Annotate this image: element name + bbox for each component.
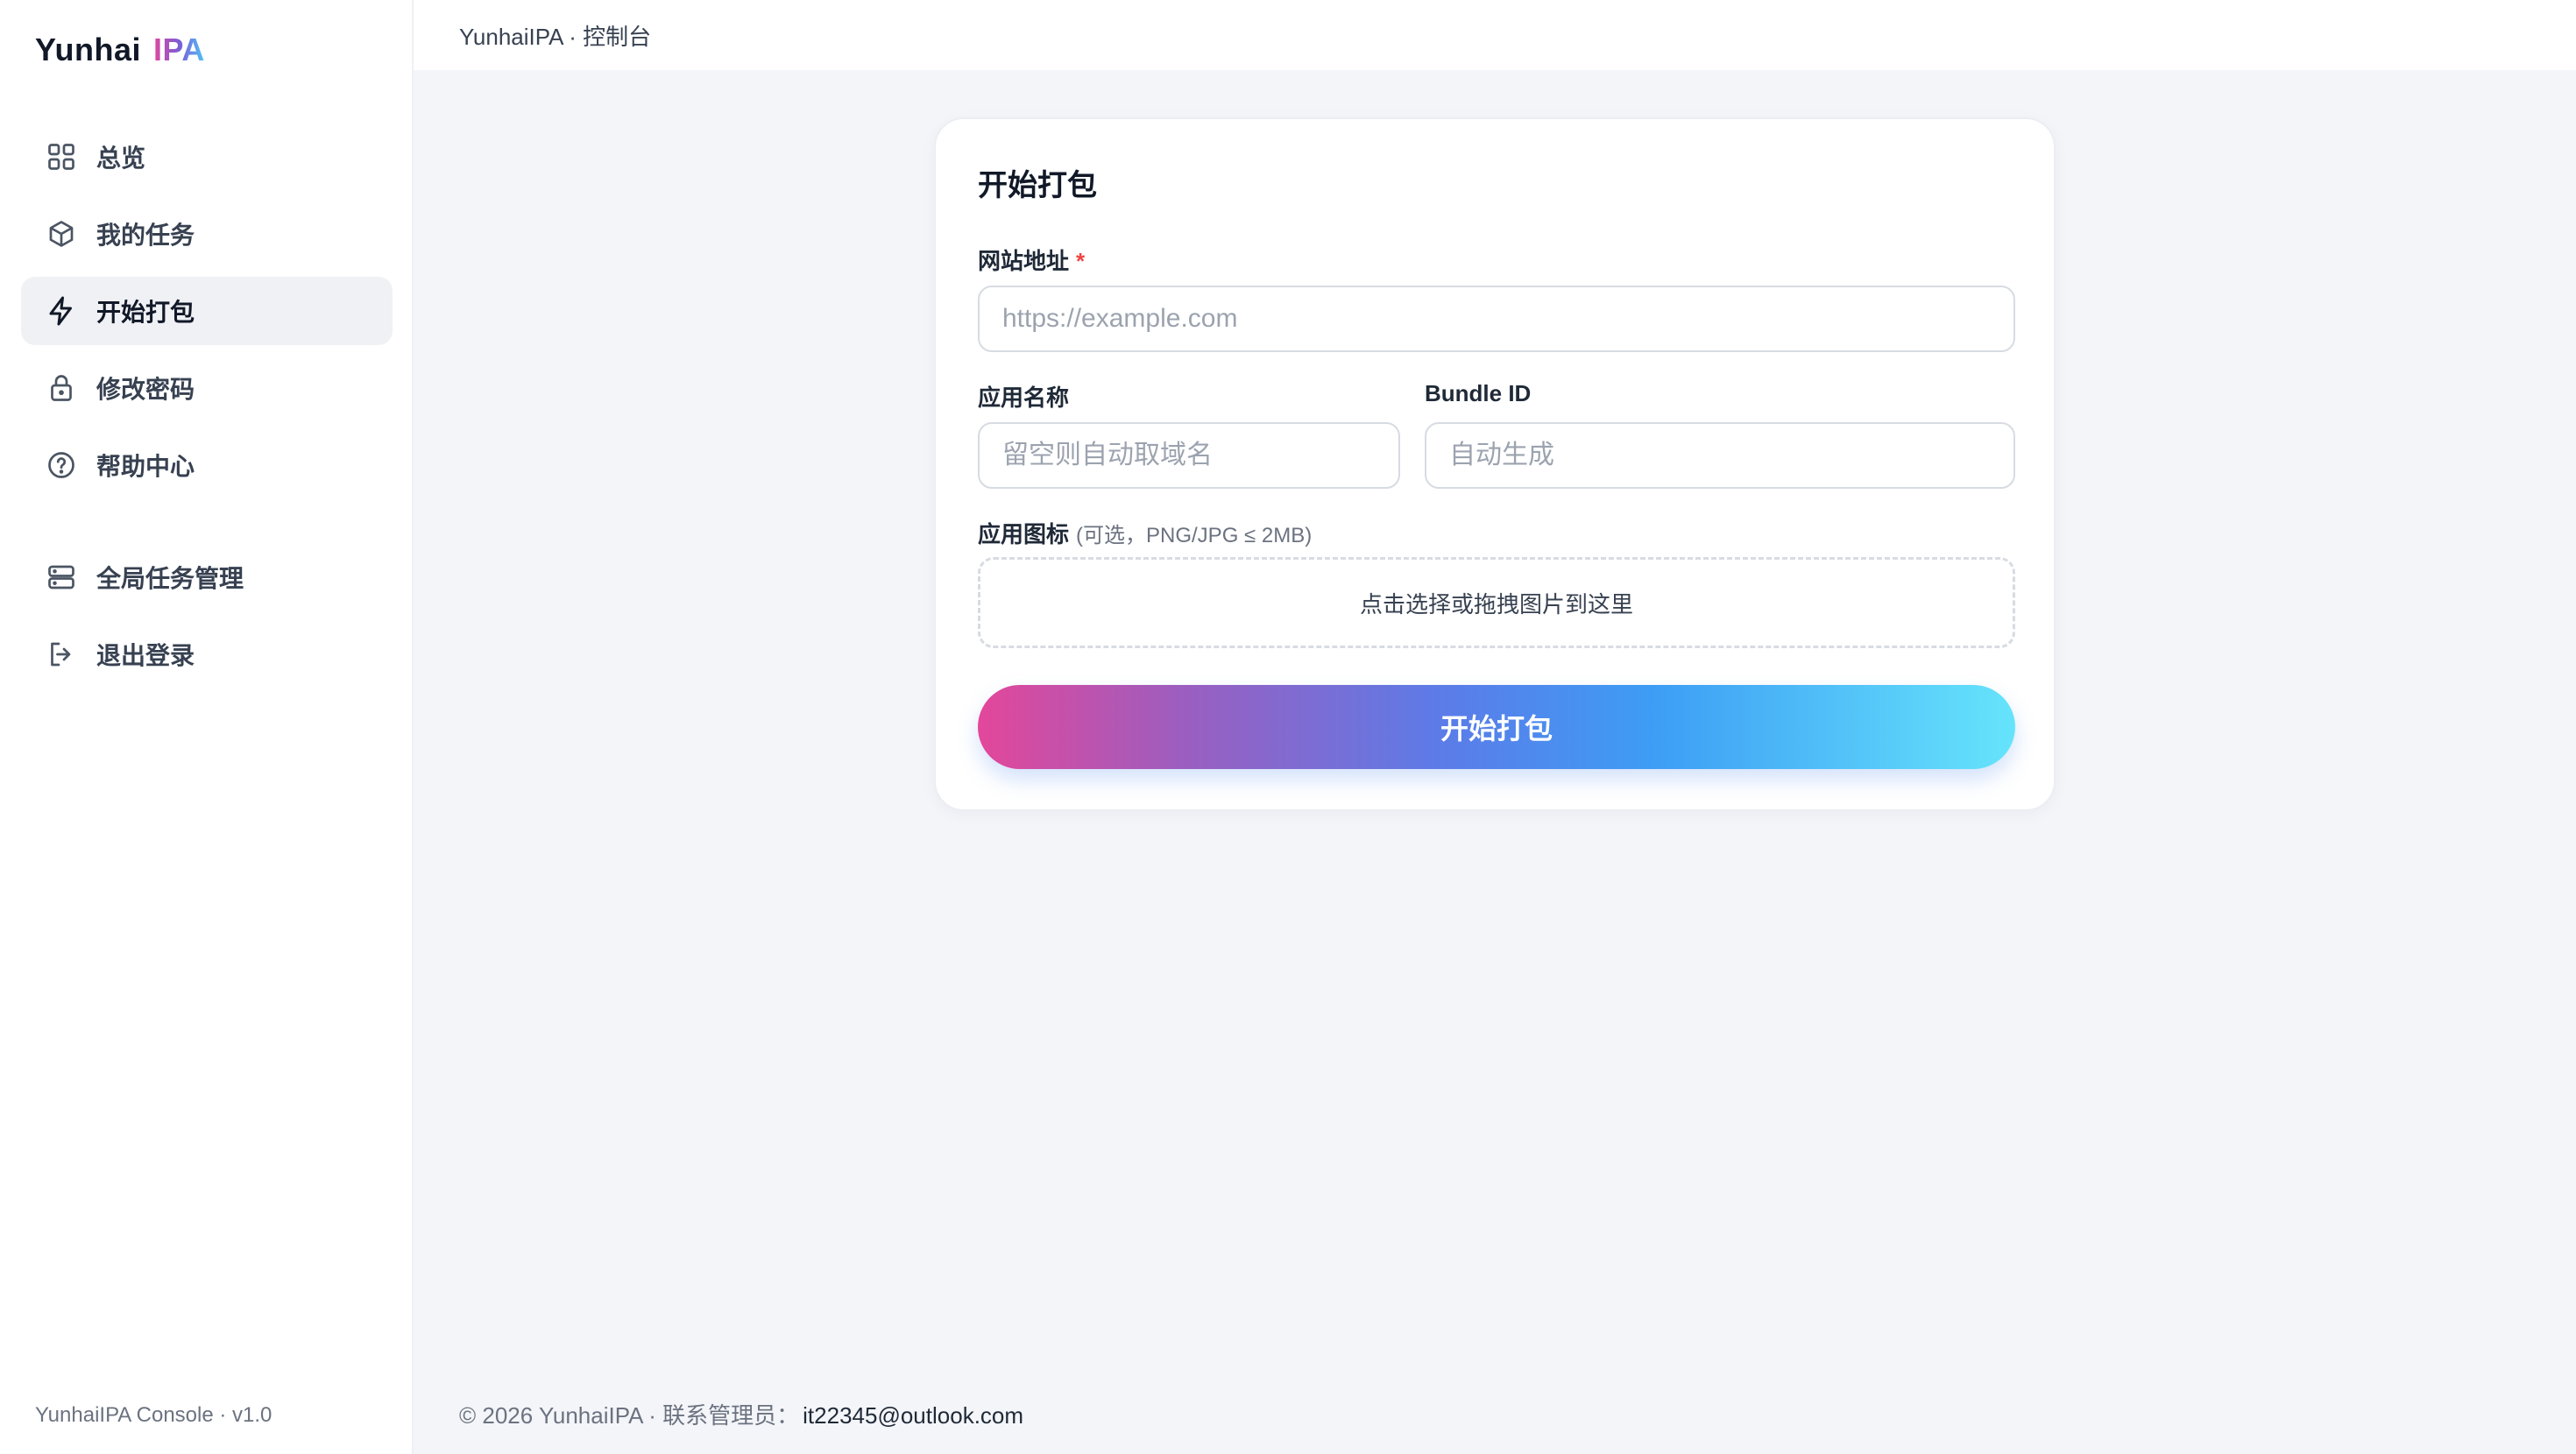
server-icon bbox=[46, 561, 77, 593]
app-name-label: 应用名称 bbox=[978, 385, 1070, 411]
topbar: YunhaiIPA · 控制台 bbox=[414, 0, 2576, 70]
url-label-text: 网站地址 bbox=[978, 248, 1070, 274]
sidebar-item-global-tasks[interactable]: 全局任务管理 bbox=[21, 543, 393, 611]
logo-accent: IPA bbox=[153, 32, 205, 67]
bundle-id-label: Bundle ID bbox=[1425, 380, 1532, 406]
copyright-text: © 2026 YunhaiIPA · 联系管理员： bbox=[459, 1402, 800, 1429]
page-footer: © 2026 YunhaiIPA · 联系管理员： it22345@outlook… bbox=[459, 1398, 1023, 1430]
dropzone-text: 点击选择或拖拽图片到这里 bbox=[1359, 590, 1633, 618]
sidebar-item-change-password[interactable]: 修改密码 bbox=[21, 354, 393, 422]
app-icon-label: 应用图标 (可选，PNG/JPG ≤ 2MB) bbox=[978, 517, 1312, 549]
sidebar-item-label: 总览 bbox=[96, 145, 146, 172]
app-icon-hint: (可选，PNG/JPG ≤ 2MB) bbox=[1076, 524, 1313, 547]
url-input[interactable] bbox=[978, 286, 2015, 352]
console-version: YunhaiIPA Console · v1.0 bbox=[35, 1403, 272, 1427]
sidebar-item-overview[interactable]: 总览 bbox=[21, 123, 393, 191]
url-label: 网站地址 * bbox=[978, 244, 1085, 276]
help-circle-icon bbox=[46, 449, 77, 481]
app-icon-label-text: 应用图标 bbox=[978, 521, 1070, 547]
sidebar-item-label: 退出登录 bbox=[96, 642, 195, 669]
build-form-card: 开始打包 网站地址* 应用名称 Bundle ID 应用图标 (可选，PNG/JP… bbox=[934, 117, 2056, 811]
sidebar-item-label: 帮助中心 bbox=[96, 453, 195, 480]
grid-icon bbox=[46, 141, 77, 173]
admin-email-link[interactable]: it22345@outlook.com bbox=[803, 1402, 1023, 1429]
sidebar-item-label: 开始打包 bbox=[96, 299, 195, 326]
sidebar-item-help-center[interactable]: 帮助中心 bbox=[21, 431, 393, 499]
logout-icon bbox=[46, 639, 77, 670]
sidebar-item-label: 修改密码 bbox=[96, 376, 195, 403]
icon-dropzone[interactable]: 点击选择或拖拽图片到这里 bbox=[978, 557, 2015, 648]
app-logo[interactable]: Yunhai IPA bbox=[35, 32, 205, 68]
sidebar-nav: 总览 我的任务 开始打包 修改密码 帮助中心 全局任务管理 退出登录 bbox=[21, 123, 393, 697]
lock-icon bbox=[46, 372, 77, 404]
sidebar-item-my-tasks[interactable]: 我的任务 bbox=[21, 200, 393, 268]
bundle-id-input[interactable] bbox=[1425, 422, 2015, 489]
lightning-icon bbox=[46, 295, 77, 327]
logo-name: Yunhai bbox=[35, 32, 142, 67]
required-mark: * bbox=[1076, 248, 1086, 274]
sidebar-item-start-build[interactable]: 开始打包 bbox=[21, 277, 393, 345]
app-name-input[interactable] bbox=[978, 422, 1400, 489]
breadcrumb: YunhaiIPA · 控制台 bbox=[459, 23, 652, 50]
page-title: 开始打包 bbox=[978, 169, 1097, 202]
box-icon bbox=[46, 218, 77, 250]
nav-divider bbox=[21, 508, 393, 543]
start-build-button[interactable]: 开始打包 bbox=[978, 685, 2015, 769]
sidebar-item-label: 全局任务管理 bbox=[96, 565, 244, 592]
sidebar-item-logout[interactable]: 退出登录 bbox=[21, 620, 393, 688]
sidebar-item-label: 我的任务 bbox=[96, 222, 195, 249]
sidebar: Yunhai IPA 总览 我的任务 开始打包 修改密码 帮助中心 全局任务管理… bbox=[0, 0, 414, 1454]
